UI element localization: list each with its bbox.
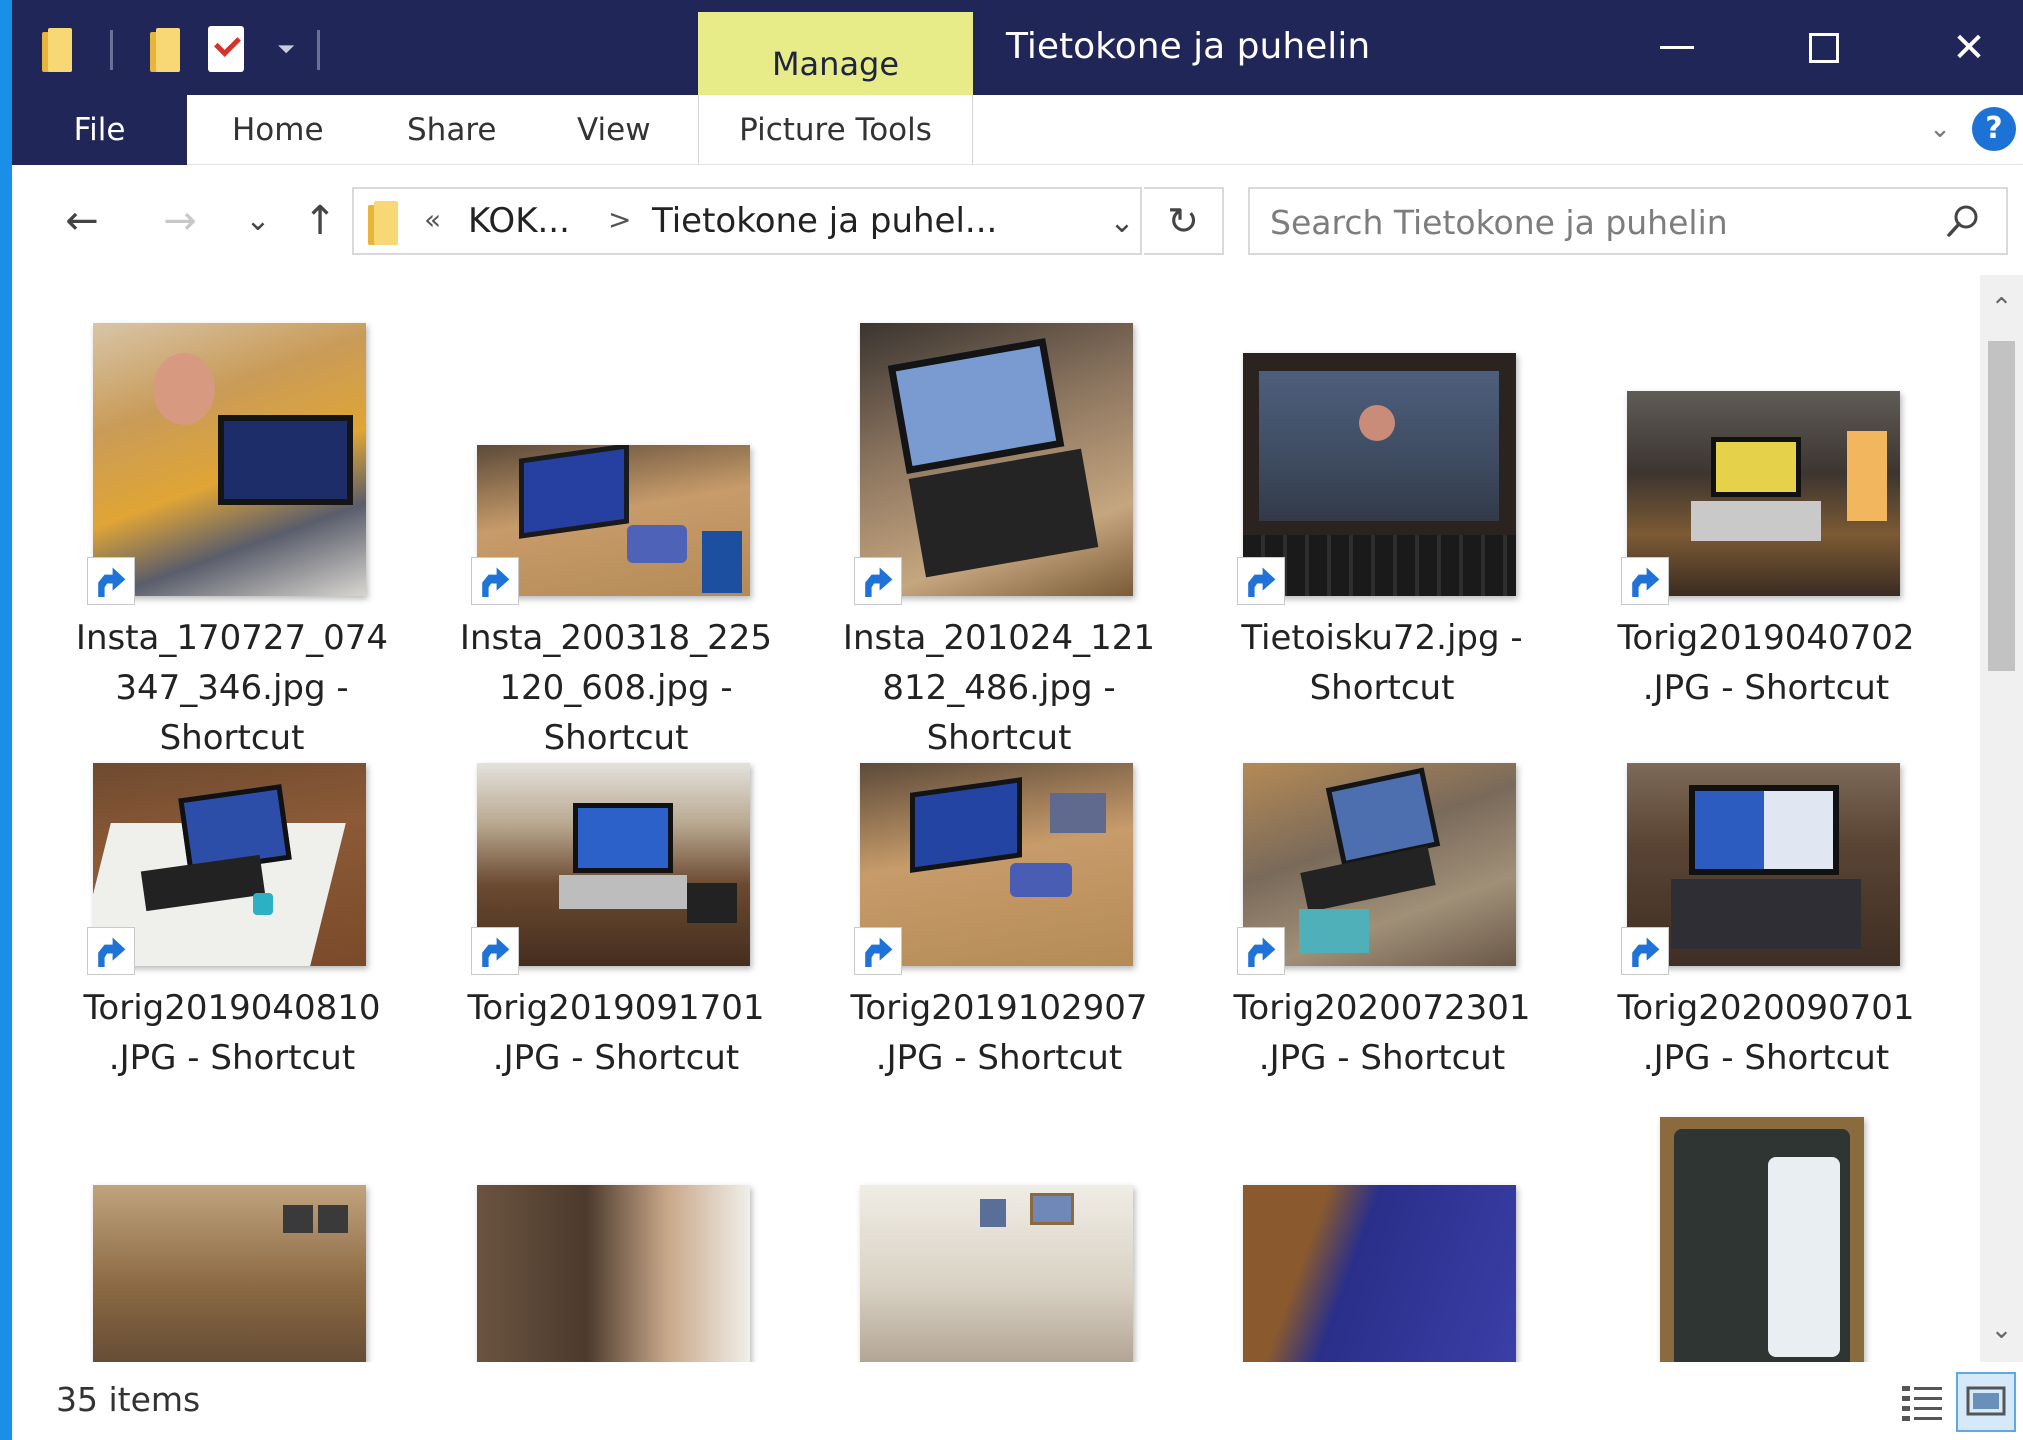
shortcut-overlay-icon <box>1621 927 1669 975</box>
shortcut-overlay-icon <box>87 927 135 975</box>
address-dropdown-chevron-icon[interactable]: ⌄ <box>1102 195 1142 251</box>
close-button[interactable]: ✕ <box>1894 0 2023 95</box>
shortcut-overlay-icon <box>854 927 902 975</box>
address-folder-icon <box>368 201 398 245</box>
file-name: Torig2019040810 .JPG - Shortcut <box>83 988 381 1078</box>
quick-access-folder-icon[interactable] <box>42 22 72 78</box>
image-thumbnail <box>860 1185 1133 1362</box>
breadcrumb-separator-icon[interactable]: > <box>608 203 631 236</box>
details-view-icon[interactable] <box>1898 1378 1946 1426</box>
file-name: Torig2019040702 .JPG - Shortcut <box>1617 618 1915 708</box>
file-name: Torig2020090701 .JPG - Shortcut <box>1617 988 1915 1078</box>
ribbon-tabs: File Home Share View Picture Tools ⌄ ? <box>12 95 2023 165</box>
close-icon: ✕ <box>1952 24 1986 71</box>
shortcut-overlay-icon <box>1621 557 1669 605</box>
properties-check-icon[interactable] <box>208 26 244 72</box>
navigation-bar: ← → ⌄ ↑ « KOK... > Tietokone ja puhel...… <box>12 165 2023 275</box>
forward-arrow-icon[interactable]: → <box>152 193 208 249</box>
window-title: Tietokone ja puhelin <box>1006 26 1371 67</box>
title-bar: ⏷ Manage Tietokone ja puhelin ✕ <box>12 0 2023 95</box>
tab-home[interactable]: Home <box>232 95 324 165</box>
explorer-window: ⏷ Manage Tietokone ja puhelin ✕ File Hom… <box>12 0 2023 1440</box>
image-thumbnail <box>1660 1117 1864 1362</box>
breadcrumb-kok[interactable]: KOK... <box>468 201 570 241</box>
shortcut-overlay-icon <box>471 927 519 975</box>
shortcut-overlay-icon <box>87 557 135 605</box>
shortcut-overlay-icon <box>1237 557 1285 605</box>
item-count: 35 items <box>56 1380 201 1419</box>
image-thumbnail <box>1243 1185 1516 1362</box>
file-name: Torig2020072301 .JPG - Shortcut <box>1233 988 1531 1078</box>
image-thumbnail <box>93 1185 366 1362</box>
help-icon[interactable]: ? <box>1972 107 2016 151</box>
large-icons-glyph-icon <box>1966 1386 2006 1416</box>
new-folder-icon[interactable] <box>150 22 180 78</box>
refresh-icon[interactable]: ↻ <box>1144 187 1224 255</box>
back-arrow-icon[interactable]: ← <box>54 193 110 249</box>
minimize-button[interactable] <box>1602 0 1752 95</box>
scroll-up-chevron-icon[interactable]: ⌃ <box>1980 283 2023 333</box>
tab-picture-tools[interactable]: Picture Tools <box>698 95 973 165</box>
search-icon[interactable] <box>1940 199 1986 245</box>
tab-view[interactable]: View <box>577 95 651 165</box>
file-view[interactable]: Insta_170727_074 347_346.jpg - Shortcut … <box>12 275 1980 1362</box>
tab-home-label: Home <box>232 112 324 148</box>
tab-file-label: File <box>73 112 126 148</box>
image-thumbnail <box>477 1185 750 1362</box>
shortcut-overlay-icon <box>854 557 902 605</box>
search-box[interactable] <box>1248 187 2008 255</box>
minimize-icon <box>1660 46 1694 49</box>
file-name: Torig2019091701 .JPG - Shortcut <box>467 988 765 1078</box>
shortcut-overlay-icon <box>1237 927 1285 975</box>
tab-share-label: Share <box>407 112 497 148</box>
scroll-down-chevron-icon[interactable]: ⌄ <box>1980 1305 2023 1355</box>
large-icons-view-icon[interactable] <box>1956 1372 2016 1432</box>
expand-ribbon-chevron-icon[interactable]: ⌄ <box>1920 109 1960 149</box>
customize-toolbar-chevron-icon[interactable]: ⏷ <box>274 30 298 70</box>
status-bar: 35 items <box>12 1362 2023 1440</box>
manage-tab[interactable]: Manage <box>698 12 973 95</box>
tab-picture-tools-label: Picture Tools <box>739 112 932 148</box>
quick-access-separator <box>110 30 113 70</box>
up-arrow-icon[interactable]: ↑ <box>292 193 348 249</box>
file-name: Torig2019102907 .JPG - Shortcut <box>850 988 1148 1078</box>
address-overflow-icon[interactable]: « <box>424 203 441 236</box>
maximize-button[interactable] <box>1749 0 1899 95</box>
shortcut-overlay-icon <box>471 557 519 605</box>
scrollbar-thumb[interactable] <box>1988 341 2015 671</box>
file-name: Insta_201024_121 812_486.jpg - Shortcut <box>842 618 1156 758</box>
manage-tab-label: Manage <box>771 44 900 83</box>
file-name: Insta_170727_074 347_346.jpg - Shortcut <box>75 618 389 758</box>
address-bar[interactable]: « KOK... > Tietokone ja puhel... <box>352 187 1142 255</box>
vertical-scrollbar[interactable]: ⌃ ⌄ <box>1980 275 2023 1362</box>
recent-locations-chevron-icon[interactable]: ⌄ <box>230 193 286 249</box>
tab-file[interactable]: File <box>12 95 187 165</box>
file-name: Tietoisku72.jpg - Shortcut <box>1241 618 1523 708</box>
image-thumbnail <box>93 323 366 596</box>
quick-access-separator <box>317 30 320 70</box>
maximize-icon <box>1809 32 1839 63</box>
search-input[interactable] <box>1270 199 1930 245</box>
image-thumbnail <box>860 323 1133 596</box>
file-name: Insta_200318_225 120_608.jpg - Shortcut <box>459 618 773 758</box>
tab-share[interactable]: Share <box>407 95 496 165</box>
breadcrumb-current[interactable]: Tietokone ja puhel... <box>652 201 997 241</box>
tab-view-label: View <box>577 112 651 148</box>
